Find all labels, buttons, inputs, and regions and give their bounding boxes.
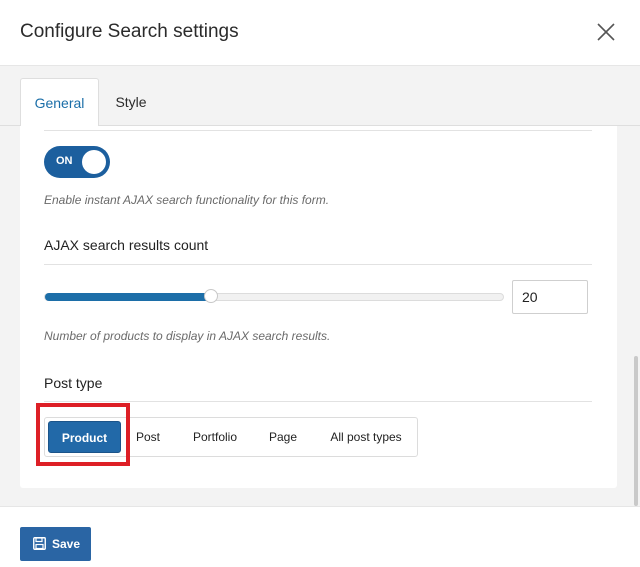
close-icon[interactable] [590, 16, 622, 48]
results-count-label: AJAX search results count [44, 237, 209, 253]
slider-fill [45, 293, 211, 301]
post-type-post-button[interactable]: Post [133, 418, 163, 456]
floppy-disk-icon [33, 537, 46, 553]
post-type-product-button[interactable]: Product [48, 421, 121, 453]
slider-handle[interactable] [204, 289, 218, 303]
save-button[interactable]: Save [20, 527, 91, 561]
scrollbar[interactable] [634, 356, 638, 506]
divider [44, 401, 592, 402]
results-count-slider[interactable] [44, 289, 504, 303]
settings-panel: ON Enable instant AJAX search functional… [20, 126, 617, 488]
save-label: Save [52, 537, 81, 551]
ajax-search-toggle[interactable]: ON [44, 146, 110, 178]
ajax-toggle-help: Enable instant AJAX search functionality… [44, 193, 330, 207]
results-count-help: Number of products to display in AJAX se… [44, 329, 331, 343]
tab-style[interactable]: Style [108, 78, 154, 126]
dialog-title: Configure Search settings [20, 21, 239, 42]
dialog-footer: Save [0, 506, 640, 567]
divider [44, 264, 592, 265]
post-type-selector: Product Post Portfolio Page All post typ… [44, 417, 418, 457]
toggle-knob [82, 150, 106, 174]
tab-bar: General Style [0, 66, 640, 127]
tab-general[interactable]: General [20, 78, 99, 127]
post-type-label: Post type [44, 375, 103, 391]
settings-content: ON Enable instant AJAX search functional… [0, 126, 640, 506]
divider [44, 130, 592, 131]
post-type-all-button[interactable]: All post types [325, 418, 407, 456]
toggle-state-label: ON [56, 155, 73, 167]
dialog-header: Configure Search settings [0, 0, 640, 66]
results-count-input[interactable] [512, 280, 588, 314]
post-type-page-button[interactable]: Page [267, 418, 299, 456]
post-type-portfolio-button[interactable]: Portfolio [187, 418, 243, 456]
